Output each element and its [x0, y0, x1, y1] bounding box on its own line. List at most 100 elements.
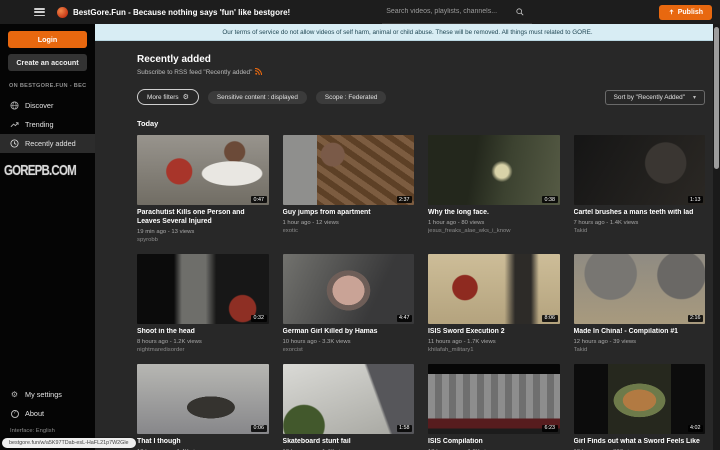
video-channel[interactable]: exorcist	[283, 347, 415, 353]
video-meta: 8 hours ago - 1.2K views	[137, 339, 269, 345]
filters-row: More filters ⚙ Sensitive content : displ…	[137, 89, 705, 105]
help-icon: ?	[10, 409, 19, 418]
gear-icon: ⚙	[10, 390, 19, 399]
video-card[interactable]: 4:02 Girl Finds out what a Sword Feels L…	[574, 364, 706, 450]
sidebar-item-label: About	[25, 409, 44, 418]
video-thumbnail[interactable]: 0:38	[428, 135, 560, 205]
login-button[interactable]: Login	[8, 31, 87, 48]
video-card[interactable]: 4:47 German Girl Killed by Hamas 10 hour…	[283, 254, 415, 353]
gore-logo-image: GOREPB.COM	[4, 164, 91, 179]
sidebar-item-label: Discover	[25, 101, 53, 110]
video-channel[interactable]: khilafah_military1	[428, 347, 560, 353]
sort-dropdown[interactable]: Sort by "Recently Added" ▾	[605, 90, 705, 105]
video-title[interactable]: Made In China! - Compilation #1	[574, 328, 706, 337]
page-title: Recently added	[137, 54, 705, 65]
video-card[interactable]: 0:06 That I though 12 hours ago - 1.4K v…	[137, 364, 269, 450]
video-title[interactable]: Shoot in the head	[137, 328, 269, 337]
video-card[interactable]: 1:58 Skateboard stunt fail 13 hours ago …	[283, 364, 415, 450]
video-title[interactable]: Cartel brushes a mans teeth with lad	[574, 209, 706, 218]
interface-language-label[interactable]: Interface: English	[0, 423, 95, 434]
video-meta: 7 hours ago - 1.4K views	[574, 220, 706, 226]
video-thumbnail[interactable]: 6:23	[428, 364, 560, 434]
top-header: BestGore.Fun - Because nothing says 'fun…	[0, 0, 720, 24]
video-card[interactable]: 6:23 ISIS Compilation 13 hours ago - 1.2…	[428, 364, 560, 450]
link-preview-tooltip: bestgore.fun/w/a5K97TDab-esL-HaFL21p7W2G…	[2, 438, 136, 448]
sidebar-item-recently-added[interactable]: Recently added	[0, 134, 95, 153]
publish-button[interactable]: Publish	[659, 5, 712, 20]
video-channel[interactable]: spyrobb	[137, 237, 269, 243]
sidebar-item-label: My settings	[25, 390, 62, 399]
globe-icon	[10, 101, 19, 110]
site-title[interactable]: BestGore.Fun - Because nothing says 'fun…	[73, 8, 290, 17]
rss-icon[interactable]	[255, 68, 262, 77]
video-thumbnail[interactable]: 0:32	[137, 254, 269, 324]
video-meta: 10 hours ago - 3.3K views	[283, 339, 415, 345]
video-card[interactable]: 0:47 Parachutist Kills one Person and Le…	[137, 135, 269, 243]
video-title[interactable]: Guy jumps from apartment	[283, 209, 415, 218]
video-duration-badge: 6:23	[542, 425, 558, 432]
more-filters-button[interactable]: More filters ⚙	[137, 89, 199, 105]
video-channel[interactable]: Takid	[574, 228, 706, 234]
video-thumbnail[interactable]: 1:58	[283, 364, 415, 434]
search-icon[interactable]	[516, 3, 524, 21]
video-title[interactable]: Parachutist Kills one Person and Leaves …	[137, 209, 269, 227]
video-channel[interactable]: exotic	[283, 228, 415, 234]
video-channel[interactable]: Takid	[574, 347, 706, 353]
video-thumbnail[interactable]: 2:37	[283, 135, 415, 205]
terms-banner: Our terms of service do not allow videos…	[95, 24, 720, 41]
search-input[interactable]	[384, 7, 516, 16]
video-meta: 1 hour ago - 12 views	[283, 220, 415, 226]
video-duration-badge: 4:47	[397, 315, 413, 322]
chevron-down-icon: ▾	[693, 94, 696, 101]
scrollbar-thumb[interactable]	[714, 27, 719, 169]
video-duration-badge: 0:32	[251, 315, 267, 322]
create-account-button[interactable]: Create an account	[8, 54, 87, 71]
video-duration-badge: 0:47	[251, 196, 267, 203]
sidebar: Login Create an account ON BESTGORE.FUN …	[0, 24, 95, 450]
video-title[interactable]: ISIS Compilation	[428, 438, 560, 447]
sidebar-item-label: Trending	[25, 120, 54, 129]
menu-toggle-icon[interactable]	[34, 8, 45, 16]
video-card[interactable]: 1:13 Cartel brushes a mans teeth with la…	[574, 135, 706, 243]
video-channel[interactable]: jesus_freaks_alae_wks_i_know	[428, 228, 560, 234]
video-title[interactable]: Why the long face.	[428, 209, 560, 218]
video-thumbnail[interactable]: 0:47	[137, 135, 269, 205]
video-card[interactable]: 2:37 Guy jumps from apartment 1 hour ago…	[283, 135, 415, 243]
video-title[interactable]: German Girl Killed by Hamas	[283, 328, 415, 337]
video-meta: 11 hours ago - 1.7K views	[428, 339, 560, 345]
video-duration-badge: 8:06	[542, 315, 558, 322]
video-duration-badge: 2:16	[688, 315, 704, 322]
video-title[interactable]: That I though	[137, 438, 269, 447]
sidebar-item-my-settings[interactable]: ⚙ My settings	[0, 385, 95, 404]
video-card[interactable]: 8:06 ISIS Sword Execution 2 11 hours ago…	[428, 254, 560, 353]
sidebar-item-about[interactable]: ? About	[0, 404, 95, 423]
scrollbar-track[interactable]	[713, 24, 720, 450]
search-bar[interactable]	[382, 1, 532, 24]
sidebar-item-discover[interactable]: Discover	[0, 96, 95, 115]
video-title[interactable]: Skateboard stunt fail	[283, 438, 415, 447]
sidebar-item-trending[interactable]: Trending	[0, 115, 95, 134]
site-logo[interactable]	[57, 7, 68, 18]
filter-pill-sensitive[interactable]: Sensitive content : displayed	[208, 91, 307, 104]
sidebar-footer: ⚙ My settings ? About Interface: English	[0, 385, 95, 434]
video-thumbnail[interactable]: 0:06	[137, 364, 269, 434]
video-duration-badge: 4:02	[688, 425, 704, 432]
video-card[interactable]: 0:38 Why the long face. 1 hour ago - 80 …	[428, 135, 560, 243]
video-meta: 19 min ago - 13 views	[137, 229, 269, 235]
filter-gear-icon: ⚙	[183, 93, 189, 101]
video-title[interactable]: Girl Finds out what a Sword Feels Like	[574, 438, 706, 447]
video-thumbnail[interactable]: 1:13	[574, 135, 706, 205]
trending-icon	[10, 120, 19, 129]
video-duration-badge: 1:58	[397, 425, 413, 432]
video-thumbnail[interactable]: 8:06	[428, 254, 560, 324]
video-title[interactable]: ISIS Sword Execution 2	[428, 328, 560, 337]
video-channel[interactable]: nightmaredisorder	[137, 347, 269, 353]
video-thumbnail[interactable]: 4:02	[574, 364, 706, 434]
video-card[interactable]: 2:16 Made In China! - Compilation #1 12 …	[574, 254, 706, 353]
video-duration-badge: 1:13	[688, 196, 704, 203]
video-card[interactable]: 0:32 Shoot in the head 8 hours ago - 1.2…	[137, 254, 269, 353]
video-thumbnail[interactable]: 2:16	[574, 254, 706, 324]
filter-pill-scope[interactable]: Scope : Federated	[316, 91, 387, 104]
video-thumbnail[interactable]: 4:47	[283, 254, 415, 324]
rss-subtitle[interactable]: Subscribe to RSS feed "Recently added"	[137, 68, 705, 77]
